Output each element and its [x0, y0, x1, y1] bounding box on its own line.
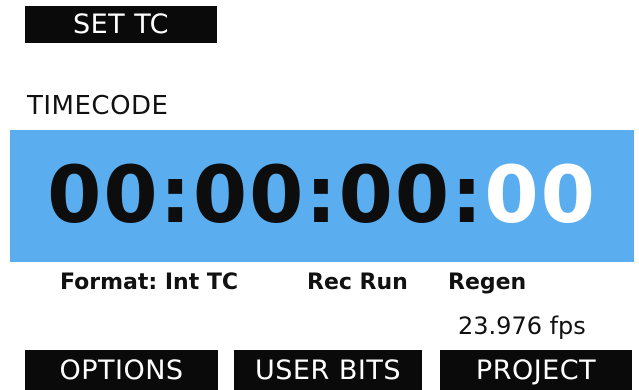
timecode-minutes: 00: [192, 151, 306, 241]
timecode-display: 00:00:00:00: [47, 157, 597, 235]
run-mode-status: Rec Run: [307, 270, 408, 295]
user-bits-label: USER BITS: [255, 354, 401, 386]
timecode-separator: :: [159, 151, 193, 241]
timecode-frames: 00: [484, 151, 597, 241]
options-button[interactable]: OPTIONS: [25, 350, 218, 390]
timecode-separator: :: [305, 151, 339, 241]
format-status: Format: Int TC: [60, 270, 239, 295]
project-label: PROJECT: [475, 354, 597, 386]
set-tc-label: SET TC: [72, 9, 170, 40]
project-button[interactable]: PROJECT: [440, 350, 632, 390]
set-tc-button[interactable]: SET TC: [25, 6, 217, 43]
timecode-panel: 00:00:00:00: [10, 130, 634, 262]
user-bits-button[interactable]: USER BITS: [234, 350, 422, 390]
framerate-readout: 23.976 fps: [458, 312, 586, 340]
regen-status: Regen: [448, 270, 527, 295]
timecode-separator: :: [451, 151, 485, 241]
timecode-seconds: 00: [338, 151, 452, 241]
timecode-hours: 00: [47, 151, 160, 241]
options-label: OPTIONS: [59, 354, 184, 386]
section-title: TIMECODE: [27, 91, 169, 121]
